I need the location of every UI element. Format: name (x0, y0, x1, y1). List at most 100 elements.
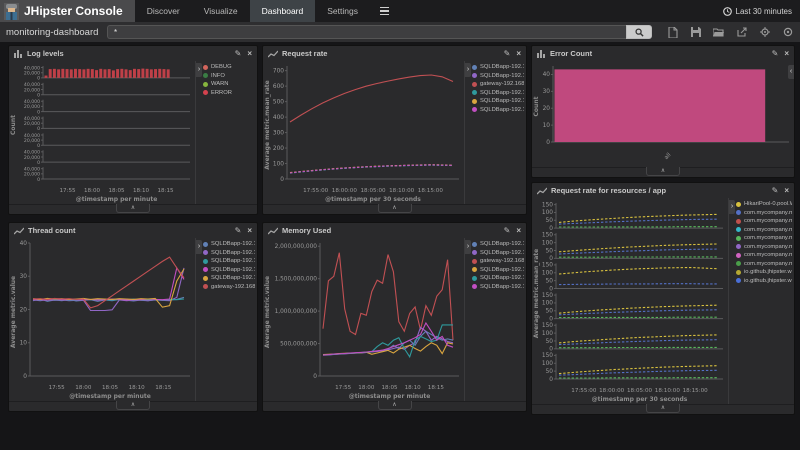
close-icon[interactable]: × (516, 227, 521, 235)
share-icon[interactable] (735, 26, 748, 39)
legend-item[interactable]: SQLDBapp-192.168.4... (472, 98, 524, 104)
panel-title: Memory Used (282, 226, 331, 235)
svg-text:50: 50 (546, 278, 554, 284)
panel-drag-header[interactable]: Memory Used ✎ × (263, 223, 526, 238)
options-gear-icon[interactable] (758, 26, 771, 39)
edit-icon[interactable]: ✎ (235, 227, 242, 235)
legend-item[interactable]: SQLDBapp-192.168.4... (472, 73, 524, 79)
legend-color-dot (203, 73, 208, 78)
legend-item[interactable]: SQLDBapp-192.168.4... (472, 284, 524, 290)
legend-color-dot (736, 227, 741, 232)
legend-item[interactable]: com.mycompany.myap... (736, 244, 792, 250)
legend-item[interactable]: INFO (203, 73, 255, 79)
brand[interactable]: JHipster Console (0, 0, 135, 22)
legend-expand-icon[interactable]: ‹ (788, 65, 794, 79)
panel-drag-header[interactable]: Error Count ✎ × (532, 46, 794, 61)
query-input[interactable] (107, 25, 626, 39)
search-button[interactable] (626, 25, 652, 39)
svg-text:40,000: 40,000 (24, 150, 40, 156)
svg-text:500: 500 (273, 99, 284, 105)
svg-text:0: 0 (23, 374, 27, 380)
nav-item-settings[interactable]: Settings (315, 0, 370, 22)
legend-item[interactable]: SQLDBapp-192.168.4... (203, 275, 255, 281)
collapse-caret-icon[interactable]: ∧ (378, 204, 412, 213)
legend-item[interactable]: com.mycompany.myap... (736, 218, 792, 224)
nav-item-visualize[interactable]: Visualize (192, 0, 250, 22)
legend-label: SQLDBapp-192.168.4... (480, 267, 524, 273)
nav-item-dashboard[interactable]: Dashboard (250, 0, 316, 22)
collapse-caret-icon[interactable]: ∧ (646, 404, 680, 413)
legend-item[interactable]: com.mycompany.myap... (736, 210, 792, 216)
legend-item[interactable]: SQLDBapp-192.168.4... (203, 258, 255, 264)
svg-text:40,000: 40,000 (24, 82, 40, 88)
legend-item[interactable]: com.mycompany.myap... (736, 261, 792, 267)
legend-item[interactable]: com.mycompany.myap... (736, 252, 792, 258)
legend-collapse-icon[interactable]: › (465, 63, 471, 77)
legend-label: ERROR (211, 90, 232, 96)
svg-text:0: 0 (549, 316, 553, 322)
svg-text:20,000: 20,000 (24, 71, 40, 77)
legend-item[interactable]: SQLDBapp-192.168.4... (203, 241, 255, 247)
time-picker[interactable]: Last 30 minutes (723, 0, 800, 22)
edit-icon[interactable]: ✎ (772, 50, 779, 58)
legend-color-dot (203, 284, 208, 289)
legend-item[interactable]: io.github.jhipster.web.r... (736, 269, 792, 275)
collapse-caret-icon[interactable]: ∧ (116, 204, 150, 213)
legend-item[interactable]: SQLDBapp-192.168.4... (472, 241, 524, 247)
legend-item[interactable]: gateway-192.168.43.8... (472, 81, 524, 87)
panel-drag-header[interactable]: Request rate ✎ × (263, 46, 526, 61)
panel-drag-header[interactable]: Request rate for resources / app ✎ × (532, 183, 794, 198)
svg-text:40: 40 (20, 241, 28, 247)
open-folder-icon[interactable] (712, 26, 725, 39)
panel-drag-header[interactable]: Log levels ✎ × (9, 46, 257, 61)
close-icon[interactable]: × (247, 227, 252, 235)
close-icon[interactable]: × (516, 50, 521, 58)
legend-item[interactable]: HikariPool-0.pool.Wait (736, 201, 792, 207)
legend-color-dot (472, 82, 477, 87)
legend-item[interactable]: io.github.jhipster.web.r... (736, 278, 792, 284)
svg-text:20: 20 (20, 307, 28, 313)
legend-item[interactable]: com.mycompany.myap... (736, 227, 792, 233)
legend-item[interactable]: gateway-192.168.43.8... (472, 258, 524, 264)
svg-text:30: 30 (20, 274, 28, 280)
close-icon[interactable]: × (784, 50, 789, 58)
collapse-caret-icon[interactable]: ∧ (116, 401, 150, 410)
edit-icon[interactable]: ✎ (235, 50, 242, 58)
edit-icon[interactable]: ✎ (772, 187, 779, 195)
legend: › SQLDBapp-192.168.4... SQLDBapp-192.168.… (195, 238, 257, 401)
panel-title: Error Count (550, 49, 592, 58)
legend-item[interactable]: SQLDBapp-192.168.4... (203, 267, 255, 273)
edit-icon[interactable]: ✎ (504, 50, 511, 58)
collapse-caret-icon[interactable]: ∧ (378, 401, 412, 410)
legend-collapse-icon[interactable]: › (196, 63, 202, 77)
legend-item[interactable]: SQLDBapp-192.168.4... (472, 250, 524, 256)
save-icon[interactable] (689, 26, 702, 39)
edit-icon[interactable]: ✎ (504, 227, 511, 235)
legend-item[interactable]: SQLDBapp-192.168.4... (472, 64, 524, 70)
legend-item[interactable]: SQLDBapp-192.168.4... (472, 107, 524, 113)
legend-item[interactable]: WARN (203, 81, 255, 87)
legend-item[interactable]: gateway-192.168.43.8... (203, 284, 255, 290)
legend-item[interactable]: SQLDBapp-192.168.4... (472, 90, 524, 96)
svg-text:18:15:00: 18:15:00 (683, 388, 709, 394)
legend-collapse-icon[interactable]: › (465, 240, 471, 254)
legend-collapse-icon[interactable]: › (729, 200, 735, 214)
new-document-icon[interactable] (666, 26, 679, 39)
nav-item-discover[interactable]: Discover (135, 0, 192, 22)
hamburger-menu-icon[interactable] (370, 0, 399, 22)
legend-item[interactable]: DEBUG (203, 64, 255, 70)
refresh-icon[interactable] (781, 26, 794, 39)
panel-title: Thread count (28, 226, 76, 235)
collapse-caret-icon[interactable]: ∧ (646, 167, 680, 176)
legend-item[interactable]: com.mycompany.myap... (736, 235, 792, 241)
panel-title: Request rate for resources / app (551, 186, 666, 195)
legend-collapse-icon[interactable]: › (196, 240, 202, 254)
legend-item[interactable]: SQLDBapp-192.168.4... (472, 275, 524, 281)
legend-item[interactable]: SQLDBapp-192.168.4... (472, 267, 524, 273)
close-icon[interactable]: × (247, 50, 252, 58)
legend-item[interactable]: SQLDBapp-192.168.4... (203, 250, 255, 256)
legend-item[interactable]: ERROR (203, 90, 255, 96)
legend-color-dot (736, 210, 741, 215)
close-icon[interactable]: × (784, 187, 789, 195)
panel-drag-header[interactable]: Thread count ✎ × (9, 223, 257, 238)
